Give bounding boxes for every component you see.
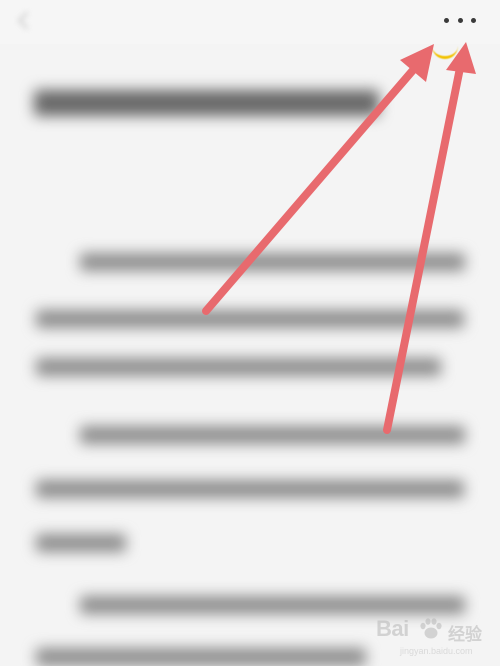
watermark-label: 经验 [448,625,482,645]
paragraph-line-blurred [80,253,465,271]
paragraph-line-blurred [80,426,465,444]
more-dot-icon [457,17,463,23]
paragraph-line-blurred [36,648,366,666]
paragraph-line-blurred [36,480,464,498]
more-dot-icon [444,17,449,23]
paw-icon [420,618,442,639]
paragraph-line-blurred [36,358,441,376]
blurred-article-content [0,60,500,666]
watermark-brand: Bai [376,616,409,641]
back-icon[interactable] [14,10,36,32]
paragraph-line-blurred [36,310,464,328]
paragraph-line-blurred [36,534,126,552]
more-options-button[interactable] [440,8,480,32]
top-bar [0,0,500,44]
article-title-blurred [34,90,379,116]
watermark-url: jingyan.baidu.com [400,646,473,656]
app-screen: Bai 经验 jingyan.baidu.com [0,0,500,666]
more-dot-icon [471,17,476,23]
watermark: Bai 经验 jingyan.baidu.com [376,610,494,658]
tap-highlight-marker [432,44,458,59]
